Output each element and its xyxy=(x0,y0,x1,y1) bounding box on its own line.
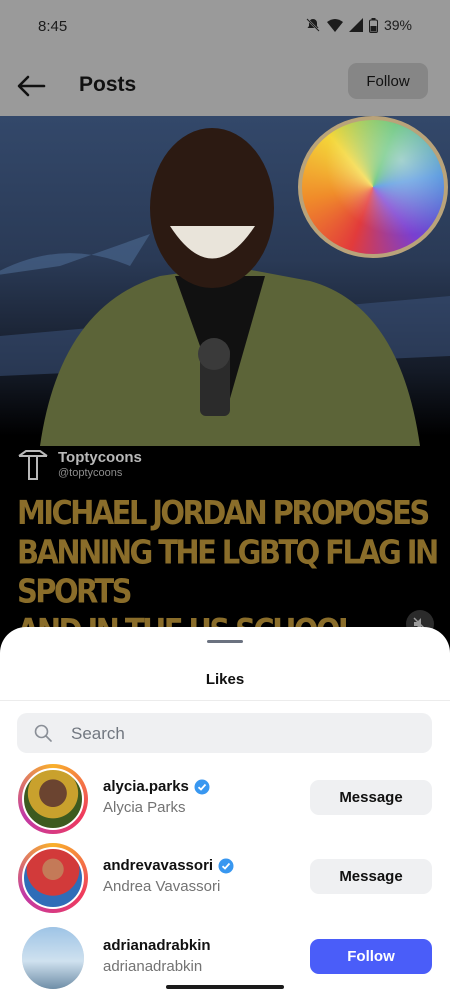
search-icon xyxy=(34,724,52,742)
username[interactable]: adrianadrabkin xyxy=(103,937,211,954)
full-name: adrianadrabkin xyxy=(103,958,203,975)
sheet-drag-handle[interactable] xyxy=(207,640,243,643)
username-text: adrianadrabkin xyxy=(103,937,211,954)
likes-sheet: Likes alycia.parks Alycia Parks Message … xyxy=(0,627,450,1000)
headline-line: BANNING THE LGBTQ FLAG IN SPORTS xyxy=(17,533,439,611)
search-input[interactable] xyxy=(69,713,423,755)
brand-name: Toptycoons xyxy=(58,449,142,466)
list-item[interactable]: andrevavassori Andrea Vavassori Message xyxy=(0,843,450,915)
username[interactable]: alycia.parks xyxy=(103,778,210,795)
avatar[interactable] xyxy=(22,927,84,989)
page-title: Posts xyxy=(79,73,137,96)
rainbow-flag-image xyxy=(298,116,448,258)
message-button[interactable]: Message xyxy=(310,780,432,815)
follow-button[interactable]: Follow xyxy=(310,939,432,974)
battery-percent: 39% xyxy=(383,17,412,33)
headline-line: MICHAEL JORDAN PROPOSES xyxy=(17,494,430,533)
post-media[interactable]: Toptycoons @toptycoons MICHAEL JORDAN PR… xyxy=(0,116,450,636)
follow-button-header[interactable]: Follow xyxy=(348,63,428,99)
brand-watermark: Toptycoons @toptycoons xyxy=(16,448,142,482)
brand-handle: @toptycoons xyxy=(58,467,123,479)
full-name: Alycia Parks xyxy=(103,799,186,816)
verified-badge-icon xyxy=(194,779,210,794)
avatar[interactable] xyxy=(22,847,84,909)
message-button[interactable]: Message xyxy=(310,859,432,894)
wifi-icon xyxy=(326,19,343,32)
post-photo xyxy=(0,116,450,446)
posts-header: Posts Follow xyxy=(0,54,450,116)
username[interactable]: andrevavassori xyxy=(103,857,234,874)
full-name: Andrea Vavassori xyxy=(103,878,221,895)
status-bar: 8:45 39% xyxy=(0,0,450,54)
status-time: 8:45 xyxy=(38,18,68,35)
back-arrow-icon[interactable] xyxy=(16,74,46,98)
toptycoons-logo-icon xyxy=(18,450,48,480)
mute-notification-icon xyxy=(306,18,320,32)
avatar[interactable] xyxy=(22,768,84,830)
avatar-container[interactable] xyxy=(22,927,84,989)
status-icons: 39% xyxy=(305,17,412,33)
story-ring[interactable] xyxy=(18,843,88,913)
verified-badge-icon xyxy=(218,858,234,873)
search-bar[interactable] xyxy=(17,713,432,755)
list-item[interactable]: alycia.parks Alycia Parks Message xyxy=(0,764,450,836)
battery-icon xyxy=(368,17,378,33)
username-text: andrevavassori xyxy=(103,857,214,874)
signal-icon xyxy=(348,18,363,32)
post-headline: MICHAEL JORDAN PROPOSES BANNING THE LGBT… xyxy=(17,494,447,636)
sheet-title: Likes xyxy=(205,671,245,688)
home-indicator[interactable] xyxy=(166,985,284,989)
divider xyxy=(0,700,450,701)
username-text: alycia.parks xyxy=(103,778,189,795)
story-ring[interactable] xyxy=(18,764,88,834)
